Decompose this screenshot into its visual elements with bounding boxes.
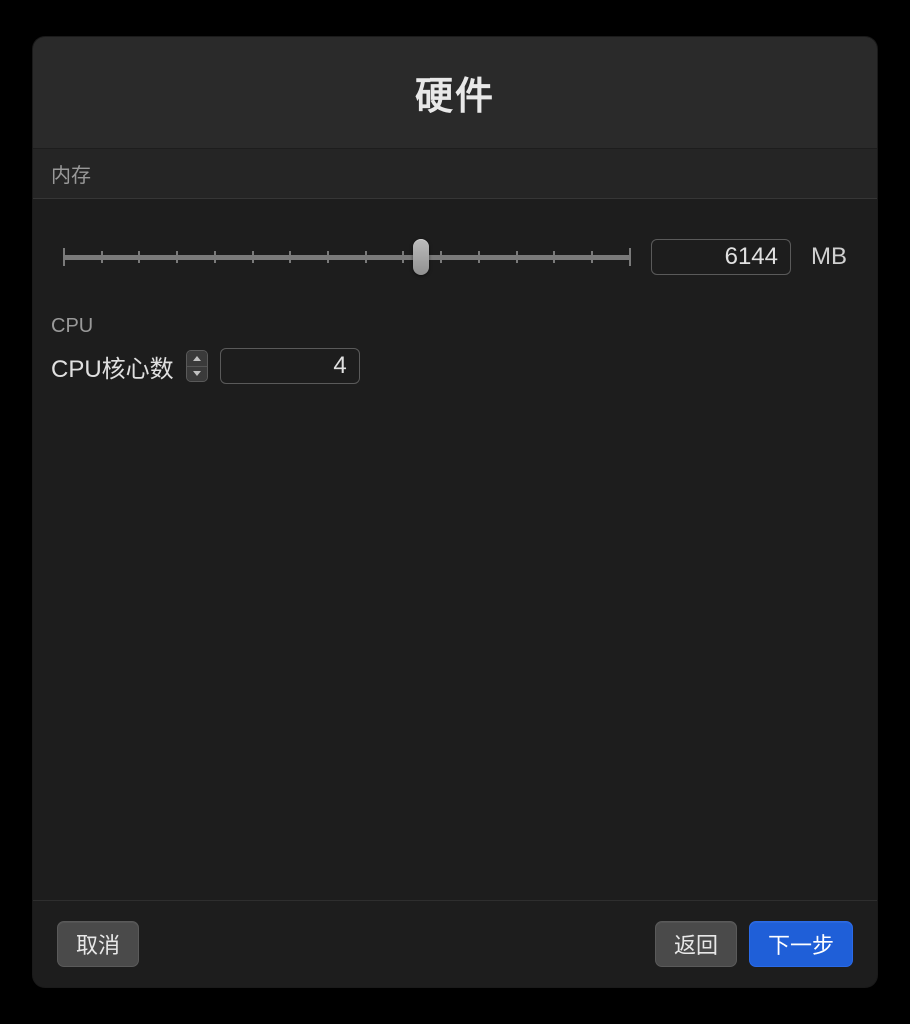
memory-section-header: 内存 (33, 149, 877, 199)
slider-ticks (63, 248, 631, 266)
memory-value-input[interactable] (651, 239, 791, 275)
cpu-row: CPU核心数 (33, 348, 877, 404)
footer-right-group: 返回 下一步 (655, 921, 853, 967)
stepper-down-button[interactable] (187, 367, 207, 382)
cpu-section-label: CPU (33, 315, 877, 348)
slider-thumb[interactable] (413, 239, 429, 275)
cpu-cores-stepper[interactable] (186, 350, 208, 382)
cpu-cores-input[interactable] (220, 348, 360, 384)
dialog-header: 硬件 (33, 37, 877, 149)
cpu-cores-label: CPU核心数 (51, 349, 174, 384)
slider-track (63, 255, 631, 260)
dialog-title: 硬件 (33, 65, 877, 120)
chevron-down-icon (193, 371, 201, 376)
stepper-up-button[interactable] (187, 351, 207, 367)
hardware-dialog: 硬件 内存 (33, 37, 877, 987)
dialog-footer: 取消 返回 下一步 (33, 900, 877, 987)
next-button[interactable]: 下一步 (749, 921, 853, 967)
back-button[interactable]: 返回 (655, 921, 737, 967)
memory-section-body: MB (33, 199, 877, 315)
memory-section-label: 内存 (51, 159, 859, 188)
dialog-content: 内存 (33, 149, 877, 900)
cancel-button[interactable]: 取消 (57, 921, 139, 967)
chevron-up-icon (193, 356, 201, 361)
memory-slider[interactable] (63, 242, 631, 272)
memory-row: MB (63, 239, 847, 275)
memory-unit-label: MB (811, 243, 847, 271)
